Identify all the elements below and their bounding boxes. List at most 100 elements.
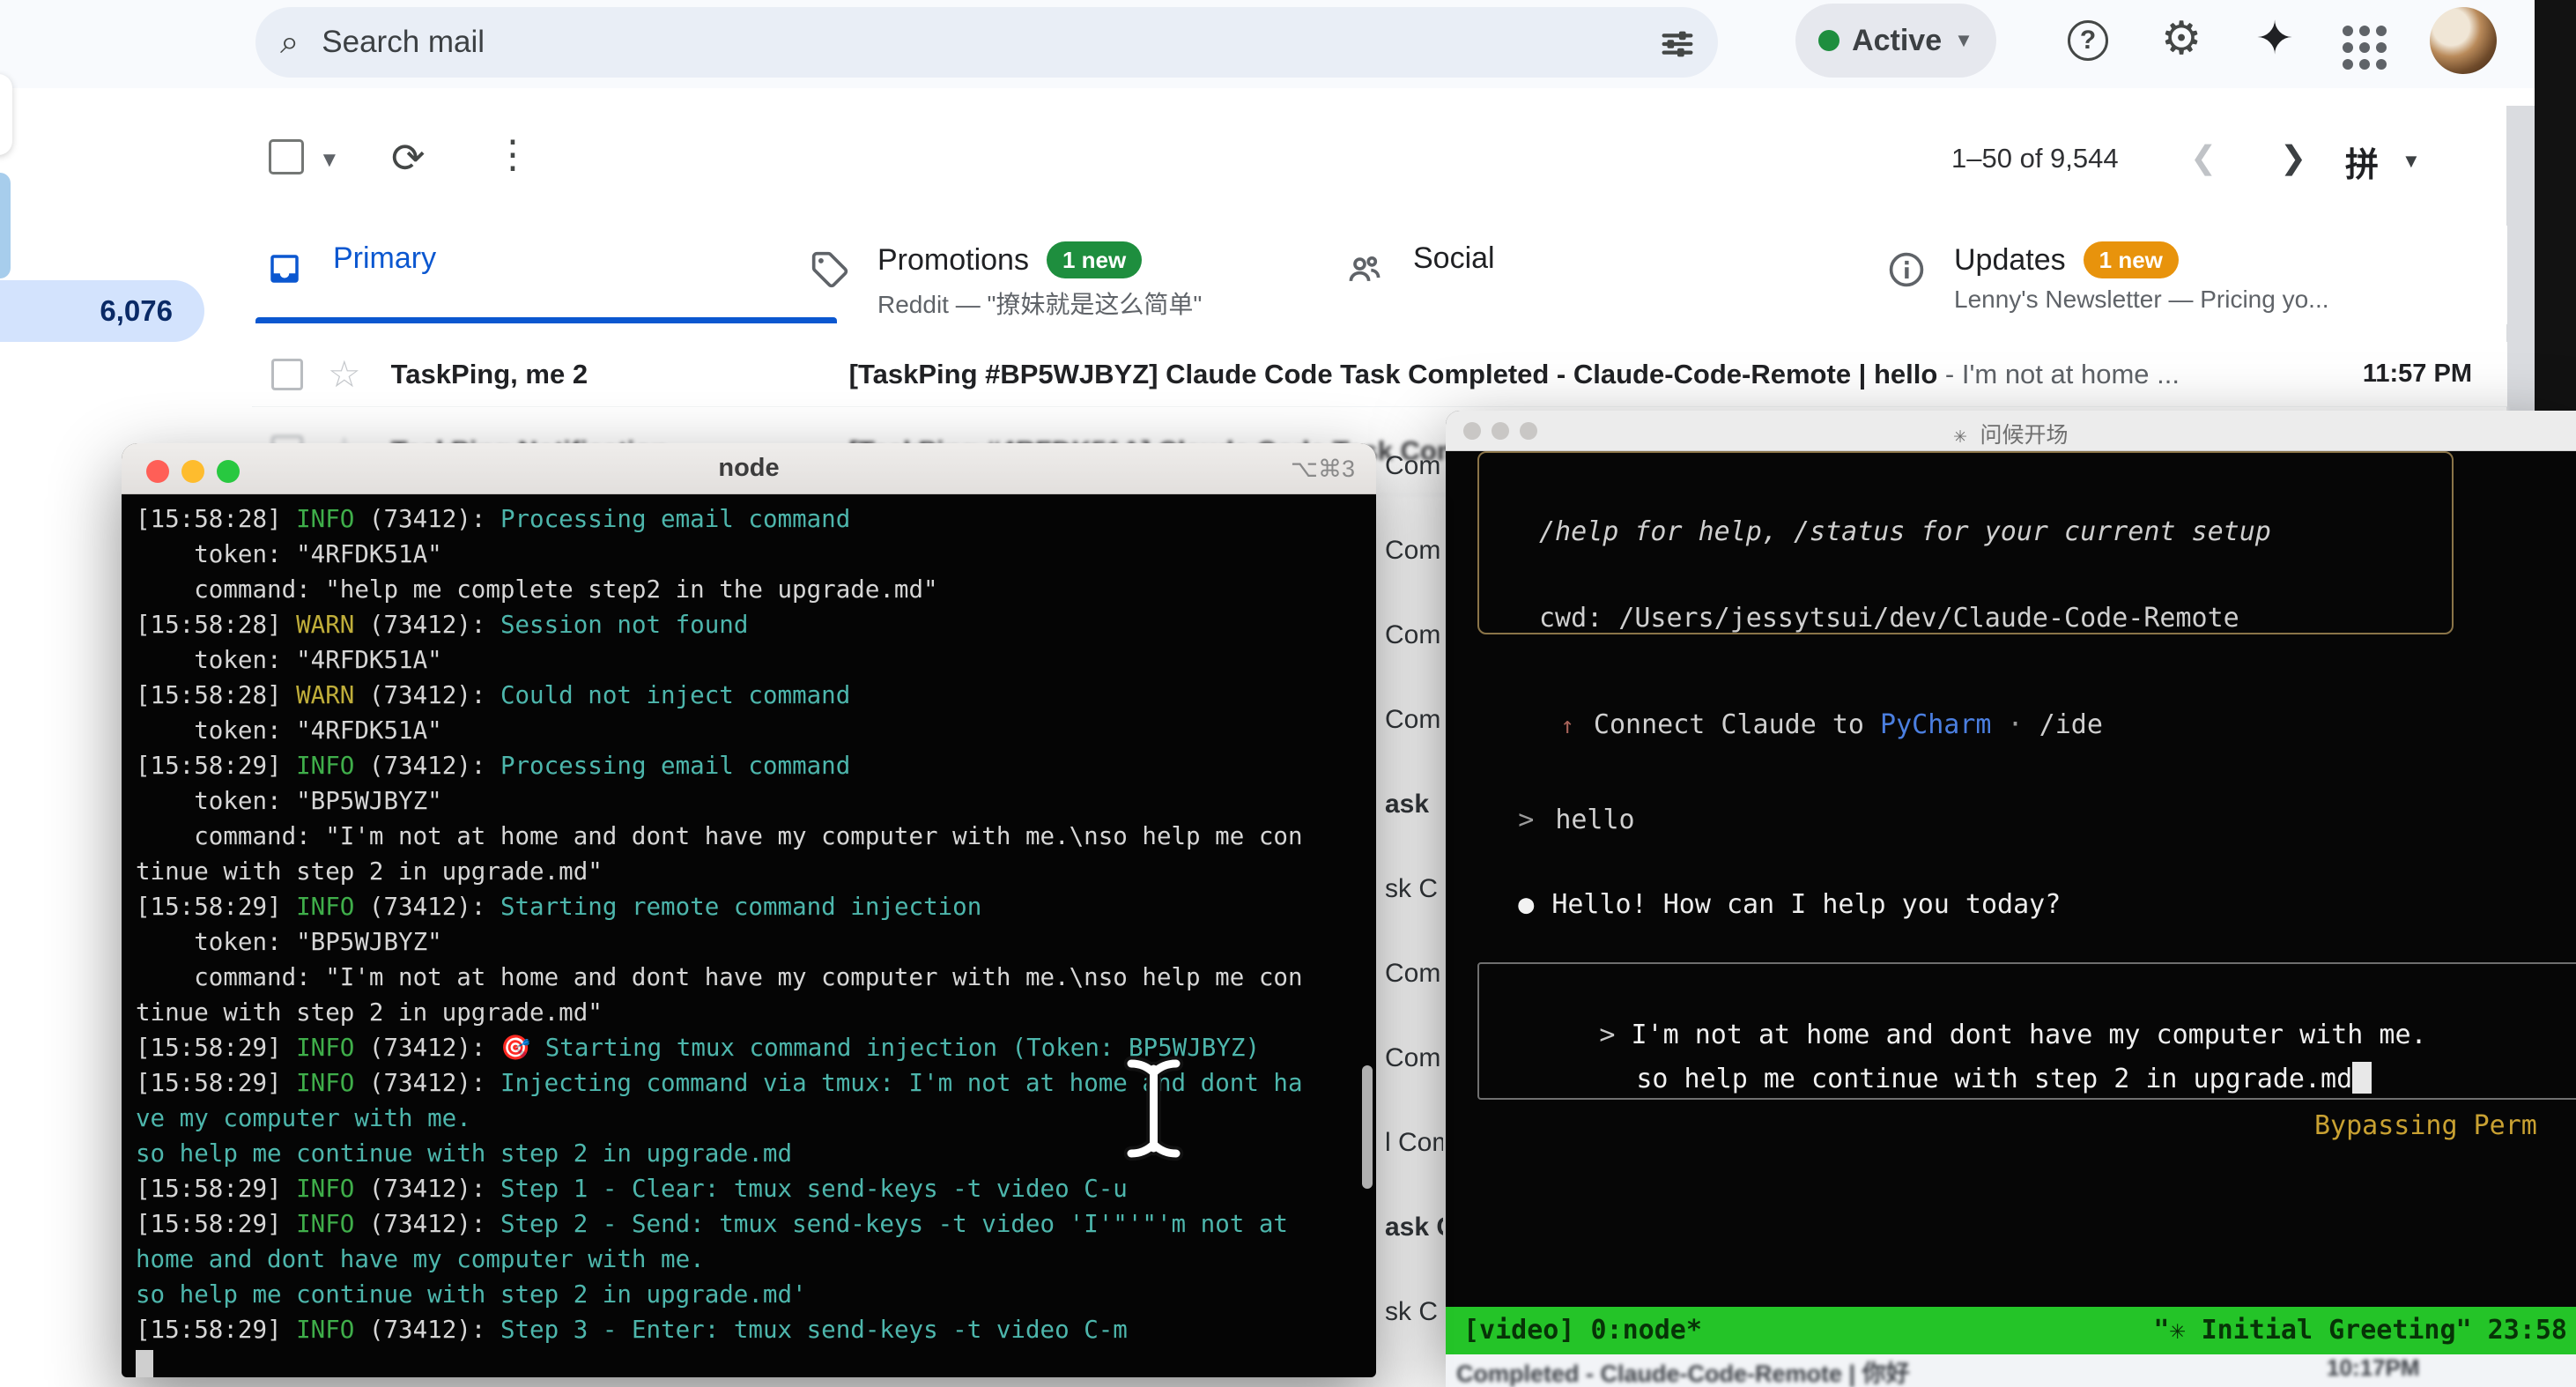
occluded-subject-fragment: Completed - Claude-Code-Remote | 你好: [1456, 1354, 1910, 1387]
occluded-email-fragment: Com: [1385, 959, 1443, 989]
occluded-email-fragment: ask C: [1385, 1213, 1443, 1242]
occluded-email-fragment: Com: [1385, 705, 1443, 735]
apps-grid-icon[interactable]: [2336, 19, 2393, 76]
user-message-text: hello: [1555, 805, 1634, 835]
terminal-log-line: so help me continue with step 2 in upgra…: [136, 1277, 1360, 1312]
settings-gear-icon[interactable]: ⚙: [2153, 11, 2210, 67]
tab-social[interactable]: Social: [1344, 226, 1495, 324]
tab-label: Promotions: [877, 243, 1029, 278]
input-line-2: so help me continue with step 2 in upgra…: [1541, 1031, 2372, 1125]
select-all-checkbox[interactable]: [269, 139, 304, 174]
selected-tab-underline: [255, 317, 837, 323]
avatar[interactable]: [2430, 7, 2497, 74]
email-checkbox[interactable]: [271, 359, 303, 390]
user-message-echo: > hello: [1455, 774, 1635, 866]
email-row[interactable]: ☆ TaskPing, me 2 [TaskPing #BP5WJBYZ] Cl…: [252, 342, 2507, 407]
chat-status-dropdown[interactable]: Active ▼: [1795, 4, 1996, 78]
terminal-title-bar[interactable]: ✳ 问候开场: [1446, 411, 2576, 451]
welcome-cwd: cwd: /Users/jessytsui/dev/Claude-Code-Re…: [1539, 603, 2239, 634]
left-window-edge: [0, 74, 12, 155]
star-icon[interactable]: ☆: [328, 352, 361, 396]
input-text-2: so help me continue with step 2 in upgra…: [1636, 1064, 2352, 1094]
new-count-badge: 1 new: [1047, 241, 1142, 278]
tab-primary[interactable]: Primary: [264, 226, 436, 324]
occluded-email-row-bottom: Completed - Claude-Code-Remote | 你好 10:1…: [1446, 1354, 2576, 1387]
refresh-icon[interactable]: ⟳: [391, 134, 426, 182]
occluded-email-fragment: Com: [1385, 620, 1443, 650]
active-status-dot: [1818, 30, 1839, 51]
terminal-log-line: command: "help me complete step2 in the …: [136, 572, 1360, 607]
prompt-chevron: >: [1518, 805, 1534, 835]
input-method-indicator[interactable]: 拼: [2345, 137, 2379, 186]
help-icon[interactable]: ?: [2060, 12, 2116, 69]
tab-updates[interactable]: Updates 1 new Lenny's Newsletter — Prici…: [1887, 226, 2329, 324]
claude-welcome-box: /help for help, /status for your current…: [1477, 451, 2454, 634]
occluded-email-fragment: l Com: [1385, 1128, 1443, 1158]
newer-page-icon[interactable]: ❮: [2190, 139, 2217, 176]
terminal-block-cursor: [136, 1350, 153, 1377]
occluded-time-fragment: 10:17PM: [2327, 1354, 2420, 1382]
terminal-log-line: [15:58:29] INFO (73412): Starting remote…: [136, 889, 1360, 924]
terminal-log-line: command: "I'm not at home and dont have …: [136, 960, 1360, 995]
ide-connect-tip: ↑Connect Claude to PyCharm · /ide: [1497, 679, 2103, 771]
email-preview: - I'm not at home ...: [1937, 359, 2180, 389]
search-options-icon[interactable]: [1654, 21, 1700, 67]
people-icon: [1344, 250, 1385, 293]
ibeam-mouse-cursor: [1121, 1056, 1189, 1166]
occluded-email-fragment: Com: [1385, 1043, 1443, 1073]
occluded-email-fragment: Com: [1385, 536, 1443, 566]
email-subject-bold: [TaskPing #BP5WJBYZ] Claude Code Task Co…: [849, 359, 1938, 389]
tmux-status-bar: [video] 0:node* "✳ Initial Greeting" 23:…: [1446, 1307, 2576, 1354]
terminal-log-line: [15:58:28] INFO (73412): Processing emai…: [136, 501, 1360, 537]
terminal-tab-shortcut: ⌥⌘3: [1291, 456, 1355, 483]
terminal-log-line: token: "BP5WJBYZ": [136, 783, 1360, 819]
tag-icon: [811, 250, 849, 293]
tab-label: Social: [1413, 241, 1495, 276]
older-page-icon[interactable]: ❯: [2280, 139, 2306, 176]
ime-dropdown-icon[interactable]: ▼: [2402, 150, 2421, 173]
email-time: 11:57 PM: [2363, 360, 2472, 389]
occluded-email-fragment: sk C: [1385, 874, 1443, 904]
claude-input-box[interactable]: > I'm not at home and dont have my compu…: [1477, 962, 2576, 1100]
tip-text: Connect Claude to: [1594, 709, 1880, 740]
terminal-log-line: token: "4RFDK51A": [136, 713, 1360, 748]
assistant-reply: ●Hello! How can I help you today?: [1455, 858, 2061, 951]
terminal-log-line: token: "4RFDK51A": [136, 537, 1360, 572]
occluded-email-fragment: ask: [1385, 790, 1443, 820]
window-edge-strip: [2506, 106, 2535, 411]
terminal-log-line: command: "I'm not at home and dont have …: [136, 819, 1360, 854]
chevron-down-icon: ▼: [1954, 29, 1973, 52]
terminal-title: ✳ 问候开场: [1446, 418, 2576, 449]
terminal-title-bar[interactable]: node ⌥⌘3: [122, 443, 1376, 494]
terminal-log-line: home and dont have my computer with me.: [136, 1242, 1360, 1277]
terminal-log-line: token: "BP5WJBYZ": [136, 924, 1360, 960]
search-bar[interactable]: ⌕ Search mail: [255, 7, 1718, 78]
terminal-cursor-line: [136, 1347, 1360, 1377]
occluded-email-fragment: sk C: [1385, 1297, 1443, 1327]
terminal-log-line: [15:58:29] INFO (73412): Step 2 - Send: …: [136, 1206, 1360, 1242]
tab-preview-text: Lenny's Newsletter — Pricing yo...: [1954, 286, 2329, 314]
terminal-log-line: tinue with step 2 in upgrade.md": [136, 854, 1360, 889]
tab-preview-text: Reddit — "撩妹就是这么简单": [877, 286, 1202, 321]
tab-label: Primary: [333, 241, 436, 276]
terminal-log-line: token: "4RFDK51A": [136, 642, 1360, 678]
gemini-sparkle-icon[interactable]: ✦: [2247, 11, 2303, 67]
tab-promotions[interactable]: Promotions 1 new Reddit — "撩妹就是这么简单": [811, 226, 1202, 324]
claude-terminal-window[interactable]: ✳ 问候开场 /help for help, /status for your …: [1446, 411, 2576, 1354]
inbox-count-pill[interactable]: 6,076: [0, 280, 204, 342]
more-options-icon[interactable]: ⋮: [493, 132, 532, 177]
tip-separator: ·: [1991, 709, 2039, 740]
email-sender: TaskPing, me 2: [391, 359, 849, 390]
pycharm-link[interactable]: PyCharm: [1880, 709, 1991, 740]
terminal-title: node: [122, 454, 1376, 483]
terminal-log-line: tinue with step 2 in upgrade.md": [136, 995, 1360, 1030]
select-dropdown-icon[interactable]: ▼: [319, 148, 340, 173]
node-terminal-window[interactable]: node ⌥⌘3 [15:58:28] INFO (73412): Proces…: [122, 443, 1376, 1377]
tab-label: Updates: [1954, 243, 2066, 278]
inbox-tab-bar: Primary Promotions 1 new Reddit — "撩妹就是这…: [252, 226, 2507, 324]
terminal-scrollbar[interactable]: [1362, 1065, 1373, 1189]
search-placeholder: Search mail: [322, 25, 485, 60]
bypassing-permissions-label: Bypassing Perm: [2314, 1110, 2537, 1141]
reply-bullet-icon: ●: [1518, 889, 1534, 920]
ide-command: /ide: [2039, 709, 2103, 740]
